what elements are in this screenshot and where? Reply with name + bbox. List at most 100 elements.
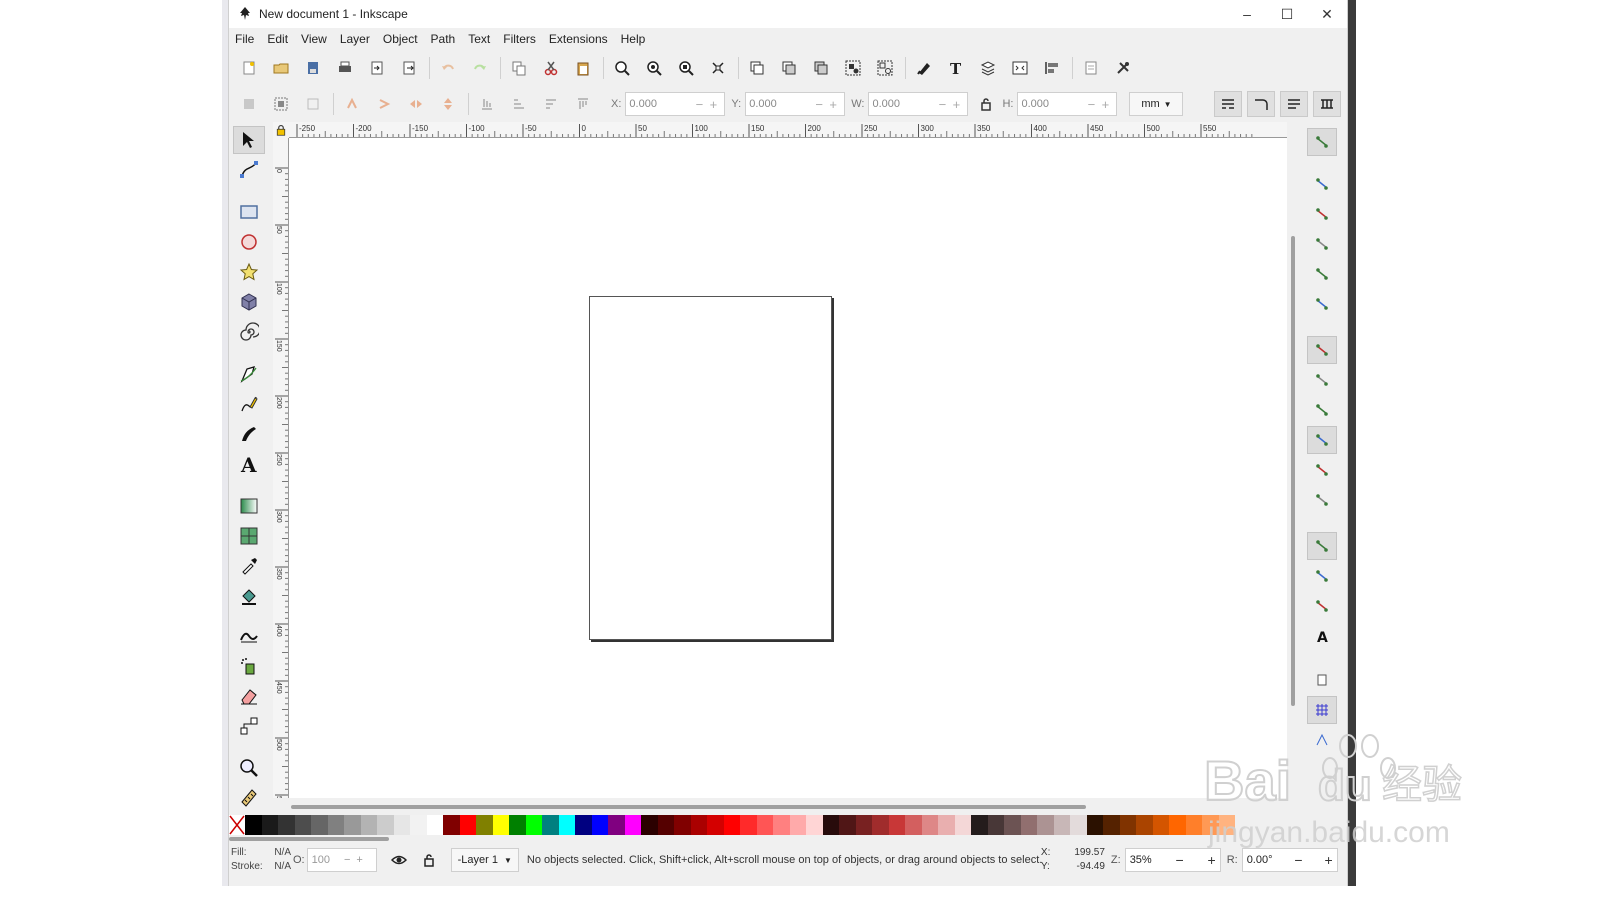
flip-vertical-button[interactable] (436, 92, 460, 116)
snap-bbox-center-toggle[interactable] (1307, 290, 1337, 318)
fill-stroke-button[interactable] (912, 56, 936, 80)
color-swatch[interactable] (872, 815, 889, 835)
menu-filters[interactable]: Filters (503, 32, 536, 46)
color-swatch[interactable] (1152, 815, 1169, 835)
drawing-canvas[interactable] (289, 138, 1287, 798)
close-button[interactable]: ✕ (1307, 0, 1347, 28)
y-decrement-button[interactable]: − (812, 97, 826, 112)
menu-edit[interactable]: Edit (267, 32, 288, 46)
w-input[interactable] (869, 94, 936, 114)
snap-page-border-toggle[interactable] (1307, 666, 1337, 694)
text-tool[interactable]: A (233, 450, 265, 478)
menu-extensions[interactable]: Extensions (549, 32, 608, 46)
color-swatch[interactable] (327, 815, 344, 835)
color-swatch[interactable] (756, 815, 773, 835)
lower-to-bottom-button[interactable] (475, 92, 499, 116)
color-swatch[interactable] (1020, 815, 1037, 835)
color-swatch[interactable] (954, 815, 971, 835)
horizontal-scrollbar[interactable] (291, 805, 1086, 809)
h-decrement-button[interactable]: − (1084, 97, 1098, 112)
menu-object[interactable]: Object (383, 32, 418, 46)
lower-button[interactable] (507, 92, 531, 116)
zoom-tool[interactable] (233, 754, 265, 782)
zoom-page-width-button[interactable] (706, 56, 730, 80)
vertical-scrollbar[interactable] (1291, 236, 1295, 706)
x-decrement-button[interactable]: − (692, 97, 706, 112)
color-swatch[interactable] (525, 815, 542, 835)
export-button[interactable] (397, 56, 421, 80)
move-gradients-button[interactable] (1280, 91, 1308, 117)
snap-intersection-toggle[interactable] (1307, 396, 1337, 424)
zoom-page-button[interactable] (674, 56, 698, 80)
color-swatch[interactable] (1070, 815, 1087, 835)
zoom-out-button[interactable]: − (1176, 852, 1184, 868)
color-swatch[interactable] (921, 815, 938, 835)
minimize-button[interactable]: – (1227, 0, 1267, 28)
color-swatch[interactable] (1103, 815, 1120, 835)
color-swatch[interactable] (558, 815, 575, 835)
star-tool[interactable] (233, 258, 265, 286)
menu-text[interactable]: Text (468, 32, 490, 46)
horizontal-ruler[interactable]: -250 -200 -150 -100 -50 0 50 100 150 200 250 300 350… (289, 122, 1287, 138)
cut-button[interactable] (539, 56, 563, 80)
measure-tool[interactable] (233, 784, 265, 812)
fill-stroke-indicator[interactable]: Fill: N/A Stroke: N/A (229, 846, 291, 874)
x-increment-button[interactable]: + (706, 97, 720, 112)
snap-grid-toggle[interactable] (1307, 696, 1337, 724)
color-swatch[interactable] (509, 815, 526, 835)
undo-button[interactable] (436, 56, 460, 80)
color-swatch[interactable] (608, 815, 625, 835)
color-swatch[interactable] (674, 815, 691, 835)
y-input[interactable] (746, 94, 813, 114)
color-swatch[interactable] (426, 815, 443, 835)
palette-scrollbar[interactable] (229, 837, 389, 841)
zoom-selection-button[interactable] (610, 56, 634, 80)
color-swatch[interactable] (806, 815, 823, 835)
color-swatch[interactable] (1053, 815, 1070, 835)
color-swatch[interactable] (575, 815, 592, 835)
color-swatch[interactable] (245, 815, 262, 835)
toggle-layer-lock-button[interactable] (417, 848, 441, 872)
gradient-tool[interactable] (233, 492, 265, 520)
new-document-button[interactable] (237, 56, 261, 80)
snap-path-toggle[interactable] (1307, 366, 1337, 394)
snap-line-midpoint-toggle[interactable] (1307, 486, 1337, 514)
snap-bbox-midpoint-toggle[interactable] (1307, 260, 1337, 288)
color-swatch[interactable] (393, 815, 410, 835)
color-swatch[interactable] (1169, 815, 1186, 835)
color-swatch[interactable] (476, 815, 493, 835)
clone-button[interactable] (777, 56, 801, 80)
pencil-tool[interactable] (233, 390, 265, 418)
duplicate-button[interactable] (745, 56, 769, 80)
scale-stroke-button[interactable] (1214, 91, 1242, 117)
color-swatch[interactable] (624, 815, 641, 835)
align-distribute-button[interactable] (1040, 56, 1064, 80)
toggle-layer-visibility-button[interactable] (387, 848, 411, 872)
snap-enable-toggle[interactable] (1307, 128, 1337, 156)
tweak-tool[interactable] (233, 622, 265, 650)
maximize-button[interactable]: ☐ (1267, 0, 1307, 28)
raise-to-top-button[interactable] (571, 92, 595, 116)
color-swatch[interactable] (261, 815, 278, 835)
connector-tool[interactable] (233, 712, 265, 740)
print-button[interactable] (333, 56, 357, 80)
snap-nodes-toggle[interactable] (1307, 336, 1337, 364)
preferences-button[interactable] (1111, 56, 1135, 80)
color-swatch[interactable] (410, 815, 427, 835)
color-swatch[interactable] (377, 815, 394, 835)
scale-radii-button[interactable] (1247, 91, 1275, 117)
color-swatch[interactable] (987, 815, 1004, 835)
opacity-increment-button[interactable]: + (356, 854, 362, 866)
xml-editor-button[interactable] (1008, 56, 1032, 80)
3d-box-tool[interactable] (233, 288, 265, 316)
color-swatch[interactable] (789, 815, 806, 835)
guide-lock-button[interactable] (273, 122, 289, 138)
layers-button[interactable] (976, 56, 1000, 80)
menu-help[interactable]: Help (621, 32, 646, 46)
snap-smooth-toggle[interactable] (1307, 456, 1337, 484)
snap-object-center-toggle[interactable] (1307, 562, 1337, 590)
snap-bbox-edge-toggle[interactable] (1307, 200, 1337, 228)
rotate-ccw-button[interactable] (340, 92, 364, 116)
calligraphy-tool[interactable] (233, 420, 265, 448)
color-swatch[interactable] (459, 815, 476, 835)
